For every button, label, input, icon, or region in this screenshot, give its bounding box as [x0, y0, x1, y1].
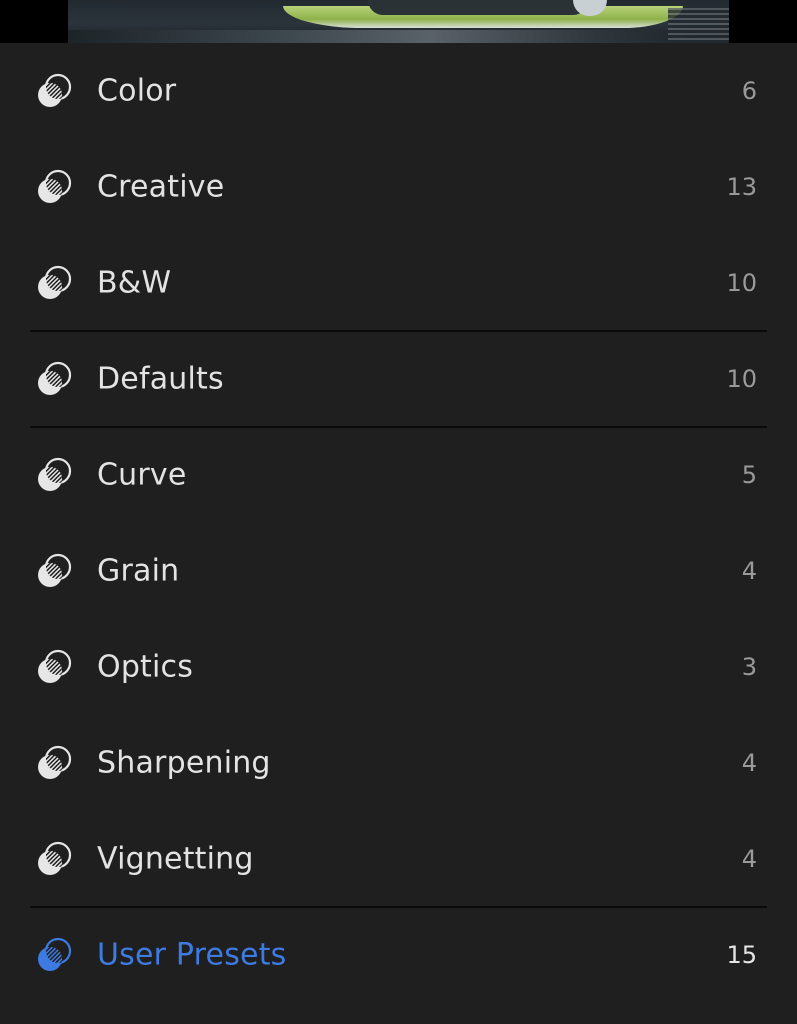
preset-group-count: 13 [726, 173, 757, 201]
preset-group-label: Creative [97, 169, 225, 205]
preset-group-label: Sharpening [97, 745, 271, 781]
preset-group-list: Color 6 Creative 13 B&W 10 Defaults 10 C… [0, 43, 797, 1024]
preset-group-defaults[interactable]: Defaults 10 [0, 331, 797, 428]
preset-group-icon [38, 265, 72, 299]
preset-group-grain[interactable]: Grain 4 [0, 523, 797, 619]
preset-group-count: 6 [741, 77, 757, 105]
preset-group-icon [38, 457, 72, 491]
preset-group-sharpening[interactable]: Sharpening 4 [0, 715, 797, 811]
preset-group-count: 10 [726, 365, 757, 393]
preset-group-curve[interactable]: Curve 5 [0, 427, 797, 523]
preset-group-label: Optics [97, 649, 194, 685]
preset-group-icon [38, 361, 72, 395]
preset-group-count: 4 [741, 749, 757, 777]
preset-group-icon [38, 73, 72, 107]
photo-preview[interactable] [68, 0, 729, 43]
preset-group-label: Grain [97, 553, 180, 589]
preset-group-label: Curve [97, 457, 187, 493]
preset-group-count: 15 [726, 941, 757, 969]
presets-screen: Color 6 Creative 13 B&W 10 Defaults 10 C… [0, 0, 797, 1024]
preset-group-user-presets[interactable]: User Presets 15 [0, 907, 797, 1003]
photo-water [68, 30, 729, 43]
preset-group-vignetting[interactable]: Vignetting 4 [0, 811, 797, 908]
preset-group-count: 4 [741, 845, 757, 873]
preset-group-icon [38, 841, 72, 875]
preset-group-label: B&W [97, 265, 172, 301]
photo-kayak-cockpit [368, 0, 588, 15]
preset-group-count: 4 [741, 557, 757, 585]
preset-group-icon [38, 745, 72, 779]
preset-group-icon [38, 169, 72, 203]
preset-group-label: Defaults [97, 361, 224, 397]
preset-group-label: Color [97, 73, 177, 109]
preset-group-label: User Presets [97, 937, 287, 973]
preset-group-bw[interactable]: B&W 10 [0, 235, 797, 332]
preset-group-icon [38, 937, 72, 971]
preset-group-creative[interactable]: Creative 13 [0, 139, 797, 235]
preset-group-icon [38, 553, 72, 587]
preset-group-count: 10 [726, 269, 757, 297]
preset-group-count: 5 [741, 461, 757, 489]
preset-group-count: 3 [741, 653, 757, 681]
preset-group-label: Vignetting [97, 841, 254, 877]
preset-group-optics[interactable]: Optics 3 [0, 619, 797, 715]
preset-group-icon [38, 649, 72, 683]
preset-group-color[interactable]: Color 6 [0, 43, 797, 139]
photo-reflection [668, 8, 729, 43]
